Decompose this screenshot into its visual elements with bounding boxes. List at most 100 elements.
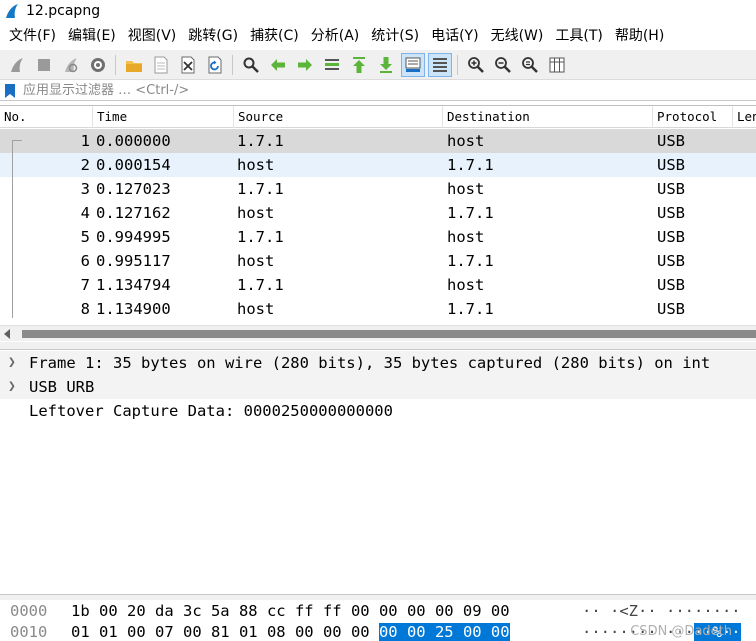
start-capture-button[interactable] [5,53,29,77]
reload-file-button[interactable] [203,53,227,77]
column-header-destination[interactable]: Destination [443,106,653,128]
table-row[interactable]: 4 0.127162 host 1.7.1 USB [0,201,756,225]
main-toolbar [0,50,756,80]
pane-splitter[interactable] [0,342,756,350]
cell-protocol: USB [657,180,685,198]
column-header-source[interactable]: Source [234,106,443,128]
packet-list: No. Time Source Destination Protocol Len… [0,105,756,325]
resize-columns-icon [549,57,564,72]
cell-source: host [237,300,275,318]
go-back-button[interactable] [266,53,290,77]
open-file-button[interactable] [122,53,146,77]
colorize-button[interactable] [427,52,452,77]
table-row[interactable]: 3 0.127023 1.7.1 host USB [0,177,756,201]
table-row[interactable]: 8 1.134900 host 1.7.1 USB [0,297,756,321]
capture-options-gear-icon [90,57,105,72]
table-row[interactable]: 2 0.000154 host 1.7.1 USB [0,153,756,177]
cell-no: 4 [80,204,90,222]
cell-no: 7 [80,276,90,294]
table-row[interactable]: 1 0.000000 1.7.1 host USB [0,129,756,153]
column-header-protocol[interactable]: Protocol [653,106,733,128]
cell-source: host [237,156,275,174]
zoom-in-button[interactable] [464,53,488,77]
cell-destination: host [447,132,485,150]
cell-source: host [237,204,275,222]
column-header-no[interactable]: No. [0,106,93,128]
cell-destination: 1.7.1 [447,204,494,222]
menu-telephony[interactable]: 电话(Y) [425,24,484,48]
zoom-out-button[interactable] [491,53,515,77]
open-folder-icon [125,60,142,72]
cell-no: 5 [80,228,90,246]
cell-source: 1.7.1 [237,180,284,198]
chevron-right-icon[interactable]: ❯ [8,351,18,375]
detail-text: Frame 1: 35 bytes on wire (280 bits), 35… [29,354,711,372]
menu-analyze[interactable]: 分析(A) [305,24,366,48]
display-filter-bar [0,81,756,101]
close-file-button[interactable] [176,53,200,77]
watermark: CSDN @Dadeth [630,624,732,639]
cell-protocol: USB [657,228,685,246]
packet-bytes: 0000 1b 00 20 da 3c 5a 88 cc ff ff 00 00… [0,600,756,641]
scrollbar-thumb[interactable] [22,330,756,338]
colorize-icon [432,57,447,72]
cell-destination: host [447,276,485,294]
cell-protocol: USB [657,156,685,174]
cell-protocol: USB [657,204,685,222]
toolbar-separator [457,54,458,75]
menu-help[interactable]: 帮助(H) [609,24,670,48]
cell-source: 1.7.1 [237,228,284,246]
menu-capture[interactable]: 捕获(C) [244,24,305,48]
window-title: 12.pcapng [26,3,101,19]
go-last-button[interactable] [374,53,398,77]
bytes-offset: 0000 [10,602,48,620]
detail-row-usb-urb[interactable]: ❯ USB URB [0,375,756,399]
chevron-right-icon[interactable]: ❯ [8,375,18,399]
go-last-icon [379,56,392,73]
zoom-normal-button[interactable] [518,53,542,77]
cell-no: 3 [80,180,90,198]
packet-list-hscrollbar[interactable] [0,325,756,341]
go-first-button[interactable] [347,53,371,77]
find-packet-button[interactable] [239,53,263,77]
menu-edit[interactable]: 编辑(E) [62,24,122,48]
menu-file[interactable]: 文件(F) [3,24,62,48]
autoscroll-icon [405,57,420,72]
menu-tools[interactable]: 工具(T) [549,24,608,48]
wireshark-logo-icon [6,4,18,18]
cell-no: 8 [80,300,90,318]
autoscroll-button[interactable] [400,52,425,77]
save-file-button[interactable] [149,53,173,77]
filter-bookmark-icon[interactable] [5,83,15,98]
display-filter-input[interactable] [23,83,723,98]
table-row[interactable]: 5 0.994995 1.7.1 host USB [0,225,756,249]
menu-go[interactable]: 跳转(G) [182,24,244,48]
table-row[interactable]: 7 1.134794 1.7.1 host USB [0,273,756,297]
table-row[interactable]: 6 0.995117 host 1.7.1 USB [0,249,756,273]
cell-no: 6 [80,252,90,270]
go-to-packet-button[interactable] [320,53,344,77]
bytes-row[interactable]: 0000 1b 00 20 da 3c 5a 88 cc ff ff 00 00… [0,601,756,622]
menu-wireless[interactable]: 无线(W) [485,24,550,48]
go-forward-arrow-icon [297,58,312,71]
menu-statistics[interactable]: 统计(S) [365,24,425,48]
menu-view[interactable]: 视图(V) [122,24,183,48]
detail-row-leftover-data[interactable]: Leftover Capture Data: 0000250000000000 [0,399,756,423]
zoom-out-icon [494,56,511,73]
column-header-time[interactable]: Time [93,106,234,128]
scroll-left-arrow-icon[interactable] [4,329,10,339]
column-header-length[interactable]: Len [733,106,756,128]
stop-capture-button[interactable] [32,53,56,77]
go-forward-button[interactable] [293,53,317,77]
menu-bar: 文件(F) 编辑(E) 视图(V) 跳转(G) 捕获(C) 分析(A) 统计(S… [0,22,756,50]
cell-time: 0.000000 [96,132,171,150]
bytes-ascii: ·· ·<Z·· ········ [582,601,741,622]
capture-options-button[interactable] [86,53,110,77]
reload-icon [208,56,221,73]
detail-row-frame[interactable]: ❯ Frame 1: 35 bytes on wire (280 bits), … [0,351,756,375]
go-first-icon [352,56,365,73]
bytes-hex-plain: 1b 00 20 da 3c 5a 88 cc ff ff 00 00 00 0… [71,602,510,620]
conversation-tree-tick [12,140,22,141]
restart-capture-button[interactable] [59,53,83,77]
resize-columns-button[interactable] [545,53,569,77]
